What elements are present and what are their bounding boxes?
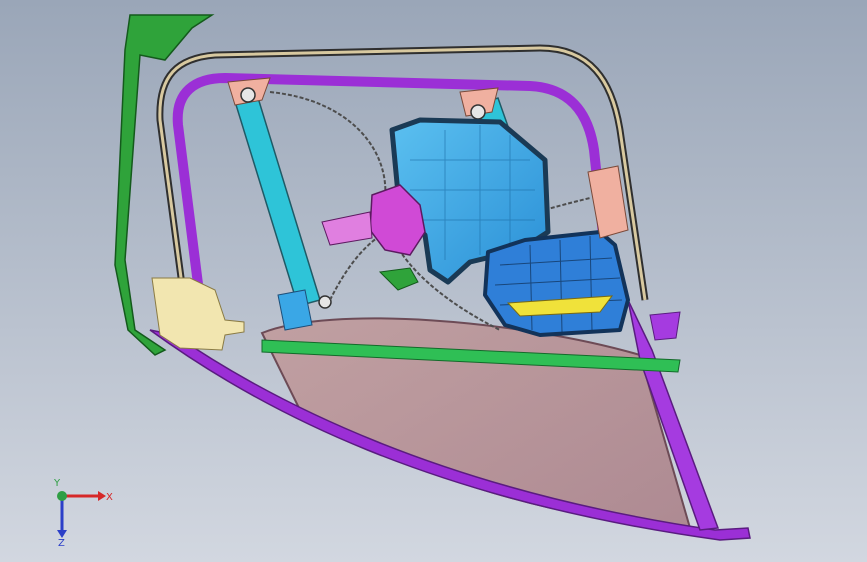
y-axis-dot xyxy=(57,491,67,501)
speaker-housing[interactable] xyxy=(483,230,630,337)
left-guide-rail[interactable] xyxy=(232,87,321,307)
left-rail-pulley xyxy=(240,87,256,103)
z-axis-label: Z xyxy=(58,538,65,548)
x-axis-arrowhead xyxy=(98,491,106,501)
regulator-motor-arm[interactable] xyxy=(321,211,373,246)
orientation-triad[interactable]: X Y Z xyxy=(40,478,120,548)
rear-latch-connector[interactable] xyxy=(587,165,629,239)
y-axis-label: Y xyxy=(53,478,61,489)
door-assembly-model[interactable] xyxy=(0,0,867,562)
left-slider-pulley xyxy=(318,295,332,309)
rear-corner-bracket[interactable] xyxy=(649,311,681,341)
small-green-bracket[interactable] xyxy=(378,267,419,291)
right-rail-pulley xyxy=(470,104,486,120)
cad-viewport[interactable]: X Y Z xyxy=(0,0,867,562)
mirror-mount-bracket[interactable] xyxy=(151,277,245,351)
z-axis-arrowhead xyxy=(57,530,67,538)
x-axis-label: X xyxy=(106,492,113,503)
